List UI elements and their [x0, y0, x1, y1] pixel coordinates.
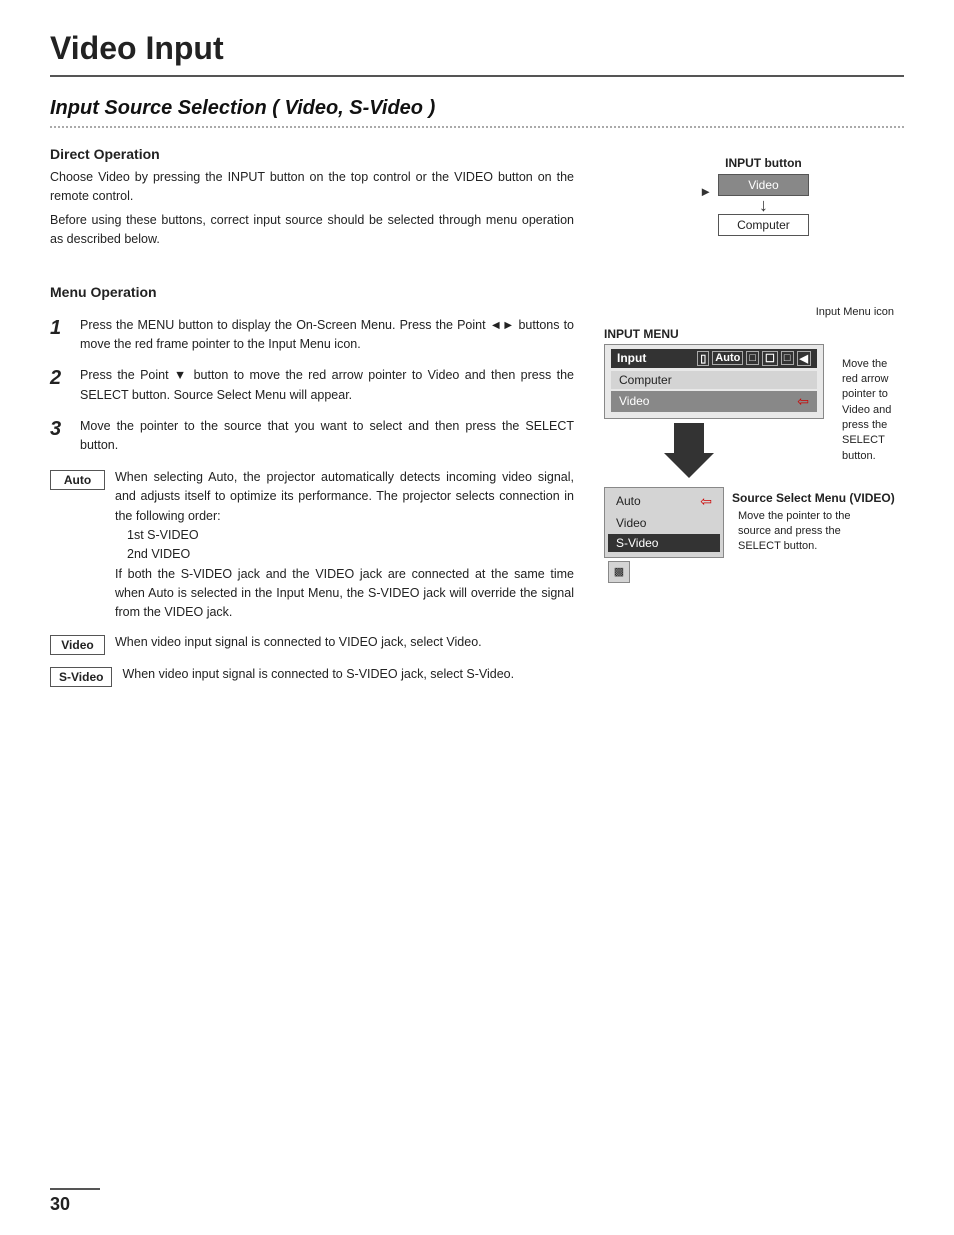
im-menu-video: Video ⇦ [611, 391, 817, 412]
ss-video: Video [608, 514, 720, 532]
svideo-label-section: S-Video When video input signal is conne… [50, 665, 574, 687]
input-button-video: Video [718, 174, 809, 196]
ss-auto-arrow: ⇦ [700, 493, 712, 510]
step-text-2: Press the Point ▼ button to move the red… [80, 366, 574, 405]
page-number: 30 [50, 1188, 100, 1215]
direct-operation-text2: Before using these buttons, correct inpu… [50, 211, 574, 250]
page-title: Video Input [50, 30, 904, 77]
direct-operation-title: Direct Operation [50, 146, 574, 162]
im-note: Move the red arrow pointer to Video and … [842, 357, 904, 465]
video-label-section: Video When video input signal is connect… [50, 633, 574, 655]
source-select-note: Move the pointer to the source and press… [738, 509, 878, 555]
big-down-arrow [664, 423, 824, 481]
step-2: 2 Press the Point ▼ button to move the r… [50, 366, 574, 405]
menu-operation-title: Menu Operation [50, 284, 574, 300]
source-select-menu: Auto ⇦ Video S-Video ▩ [604, 487, 904, 583]
input-button-label: INPUT button [718, 156, 809, 170]
im-menu-header-right: ▯ Auto □ ☐ □ ◀ [697, 351, 811, 366]
auto-label-box: Auto [50, 470, 105, 490]
svideo-desc: When video input signal is connected to … [122, 665, 514, 684]
ss-icon: ▩ [608, 561, 630, 583]
input-button-diagram: ► INPUT button Video ↓ Computer [604, 156, 904, 236]
auto-label-section: Auto When selecting Auto, the projector … [50, 468, 574, 623]
input-menu-label-display: INPUT MENU [604, 327, 824, 341]
direct-operation-text1: Choose Video by pressing the INPUT butto… [50, 168, 574, 207]
im-menu-header: Input ▯ Auto □ ☐ □ ◀ [611, 349, 817, 368]
im-header-icon4: □ [781, 351, 794, 365]
step-number-2: 2 [50, 366, 70, 390]
im-header-auto: Auto [712, 351, 743, 365]
section-heading: Input Source Selection ( Video, S-Video … [50, 97, 904, 128]
step-text-3: Move the pointer to the source that you … [80, 417, 574, 456]
step-3: 3 Move the pointer to the source that yo… [50, 417, 574, 456]
im-header-icon1: ▯ [697, 351, 709, 366]
im-header-icon5: ◀ [797, 351, 811, 366]
step-text-1: Press the MENU button to display the On-… [80, 316, 574, 355]
im-header-input: Input [617, 351, 646, 365]
source-select-title: Source Select Menu (VIDEO) [732, 491, 895, 505]
svideo-label-box: S-Video [50, 667, 112, 687]
im-menu-computer: Computer [611, 371, 817, 389]
ss-svideo: S-Video [608, 534, 720, 552]
input-menu-icon-caption: Input Menu icon [604, 306, 904, 318]
input-button-computer: Computer [718, 214, 809, 236]
im-video-arrow: ⇦ [797, 393, 809, 410]
ss-auto: Auto ⇦ [608, 491, 720, 512]
video-label-box: Video [50, 635, 105, 655]
input-menu-box: Input ▯ Auto □ ☐ □ ◀ [604, 344, 824, 419]
im-header-icon2: □ [746, 351, 759, 365]
input-menu-diagram: Input Menu icon INPUT MENU INPUT MENU [604, 306, 904, 583]
step-number-1: 1 [50, 316, 70, 340]
auto-desc: When selecting Auto, the projector autom… [115, 468, 574, 623]
video-desc: When video input signal is connected to … [115, 633, 482, 652]
im-header-icon3: ☐ [762, 351, 778, 366]
step-1: 1 Press the MENU button to display the O… [50, 316, 574, 355]
ss-box: Auto ⇦ Video S-Video [604, 487, 724, 558]
step-number-3: 3 [50, 417, 70, 441]
